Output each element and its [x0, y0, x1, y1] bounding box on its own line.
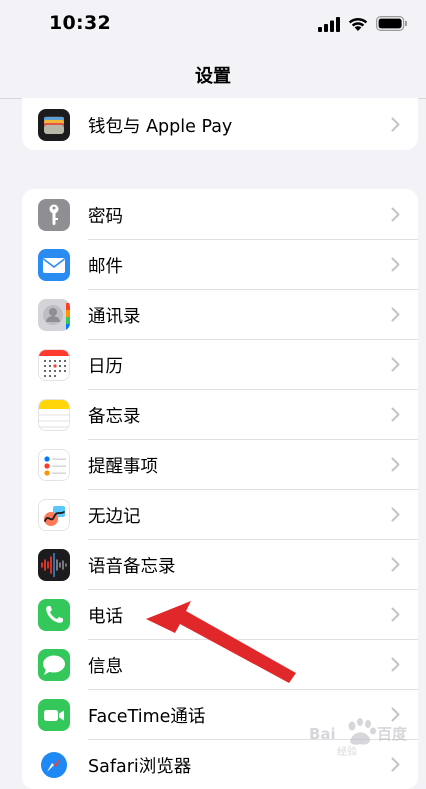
settings-row-label: 密码	[88, 207, 123, 227]
notes-icon	[38, 399, 70, 431]
mail-icon	[38, 249, 70, 281]
facetime-icon	[38, 699, 70, 731]
status-bar: 10:32	[0, 0, 426, 52]
phone-icon	[38, 599, 70, 631]
svg-text:Bai: Bai	[309, 725, 336, 743]
chevron-right-icon	[391, 757, 400, 772]
settings-row-notes[interactable]: 备忘录	[22, 390, 418, 440]
safari-icon	[38, 749, 70, 781]
wallet-icon	[38, 109, 70, 141]
baidu-watermark-logo: Bai 百度 经验	[309, 718, 408, 758]
settings-row-label: 电话	[88, 607, 123, 627]
settings-row-label: 信息	[88, 657, 123, 677]
chevron-right-icon	[391, 457, 400, 472]
settings-row-label: 钱包与 Apple Pay	[88, 117, 233, 137]
reminders-icon	[38, 449, 70, 481]
settings-row-label: 通讯录	[88, 307, 141, 327]
settings-row-freeform[interactable]: 无边记	[22, 490, 418, 540]
chevron-right-icon	[391, 357, 400, 372]
chevron-right-icon	[391, 407, 400, 422]
messages-icon	[38, 649, 70, 681]
chevron-right-icon	[391, 507, 400, 522]
cellular-signal-icon	[318, 17, 340, 32]
settings-row-wallet[interactable]: 钱包与 Apple Pay	[22, 100, 418, 150]
settings-row-contacts[interactable]: 通讯录	[22, 290, 418, 340]
settings-row-label: 邮件	[88, 257, 123, 277]
chevron-right-icon	[391, 117, 400, 132]
settings-row-label: 语音备忘录	[88, 557, 176, 577]
settings-row-passwords[interactable]: 密码	[22, 190, 418, 240]
settings-row-voice-memos[interactable]: 语音备忘录	[22, 540, 418, 590]
chevron-right-icon	[391, 257, 400, 272]
settings-row-label: 提醒事项	[88, 457, 158, 477]
settings-group-wallet: 钱包与 Apple Pay	[22, 98, 418, 150]
svg-text:经验: 经验	[337, 745, 357, 758]
settings-row-label: 日历	[88, 357, 123, 377]
battery-icon	[376, 16, 407, 31]
status-time: 10:32	[49, 12, 111, 34]
settings-row-mail[interactable]: 邮件	[22, 240, 418, 290]
voice-memos-icon	[38, 549, 70, 581]
settings-row-label: FaceTime通话	[88, 707, 206, 727]
chevron-right-icon	[391, 307, 400, 322]
settings-row-reminders[interactable]: 提醒事项	[22, 440, 418, 490]
settings-row-label: Safari浏览器	[88, 757, 192, 777]
page-title: 设置	[195, 66, 231, 87]
settings-group-apps: 密码 邮件 通讯录 日历 备忘录 提醒事项 无边记 语音备忘录 电话 信息 Fa…	[22, 189, 418, 789]
key-icon	[38, 199, 70, 231]
chevron-right-icon	[391, 207, 400, 222]
navigation-bar: 设置	[0, 52, 426, 99]
settings-row-phone[interactable]: 电话	[22, 590, 418, 640]
contacts-icon	[38, 299, 70, 331]
settings-row-messages[interactable]: 信息	[22, 640, 418, 690]
settings-row-label: 备忘录	[88, 407, 141, 427]
chevron-right-icon	[391, 557, 400, 572]
svg-text:百度: 百度	[377, 725, 408, 743]
settings-row-label: 无边记	[88, 507, 141, 527]
chevron-right-icon	[391, 657, 400, 672]
settings-row-calendar[interactable]: 日历	[22, 340, 418, 390]
chevron-right-icon	[391, 607, 400, 622]
wifi-icon	[348, 17, 368, 31]
freeform-icon	[38, 499, 70, 531]
calendar-icon	[38, 349, 70, 381]
